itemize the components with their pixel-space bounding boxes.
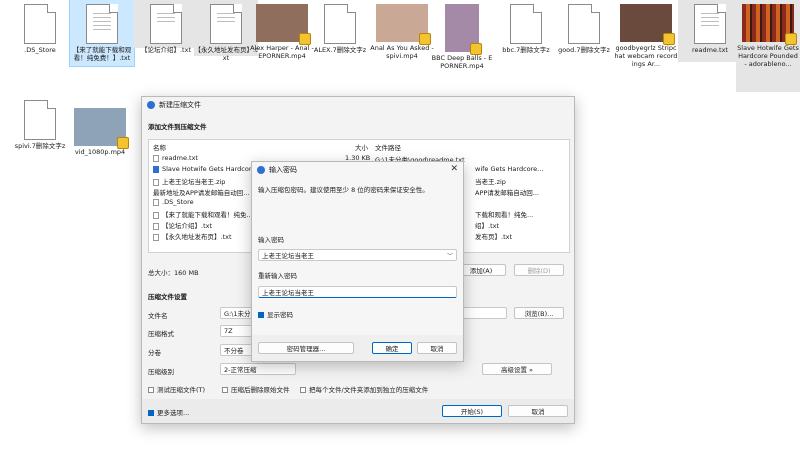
file-icon [153, 233, 159, 241]
list-item-path: 当老王.zip [475, 178, 506, 186]
media-badge-icon [470, 43, 482, 55]
list-item[interactable]: readme.txt [153, 154, 198, 162]
list-item-path: APP请发邮箱自动回... [475, 189, 539, 197]
separate-archives-checkbox[interactable]: 把每个文件/文件夹添加到独立的压缩文件 [300, 384, 428, 394]
checkbox-checked-icon [148, 410, 154, 416]
checkbox-icon [300, 387, 306, 393]
file-tile-video-anal-as-you-asked[interactable]: Anal As You Asked - spivi.mp4 [370, 0, 434, 60]
browse-button[interactable]: 浏览(B)... [514, 307, 564, 319]
list-item-path: 下载和观看！纯免... [475, 211, 534, 219]
reenter-password-label: 重新输入密码 [258, 272, 297, 280]
enter-password-label: 输入密码 [258, 236, 284, 244]
file-tile-video-vid-1080p[interactable]: vid_1080p.mp4 [68, 104, 132, 156]
delete-after-checkbox[interactable]: 压缩后删除原始文件 [222, 384, 290, 394]
file-tile-ds-store[interactable]: .DS_Store [8, 0, 72, 54]
document-icon [324, 4, 356, 44]
list-item[interactable]: 最新地址及APP请发邮箱自动回... [153, 187, 249, 197]
file-icon [153, 154, 159, 162]
enter-password-field[interactable]: 上老王论坛当老王 ﹀ [258, 249, 457, 261]
list-item[interactable]: .DS_Store [153, 198, 194, 206]
video-file-icon [153, 165, 159, 173]
file-tile-video-bbc-deep-balls[interactable]: BBC Deep Balls - EPORNER.mp4 [430, 0, 494, 70]
password-hint: 输入压缩包密码。建议使用至少 8 位的密码来保证安全性。 [258, 186, 429, 194]
file-tile-bbc-7z[interactable]: bbc.7删除文字z [494, 0, 558, 54]
file-tile-video-goodbyegrlz[interactable]: goodbyegrlz Stripchat webcam recordings … [614, 0, 678, 68]
video-thumbnail-icon [742, 4, 797, 45]
list-item-path: wife Gets Hardcore... [475, 165, 544, 173]
video-thumbnail-icon [445, 4, 482, 55]
test-archive-checkbox[interactable]: 测试压缩文件(T) [148, 384, 205, 394]
format-label: 压缩格式 [148, 330, 174, 338]
column-header-size[interactable]: 大小 [355, 142, 368, 152]
file-tile-alex-7z[interactable]: ALEX.7删除文字z [308, 0, 372, 54]
file-tile-readme[interactable]: readme.txt [678, 0, 742, 62]
delete-button[interactable]: 删除(D) [514, 264, 564, 276]
file-tile-spivi-7z[interactable]: spivi.7删除文字z [8, 96, 72, 150]
filename-label: 文件名 [148, 312, 168, 320]
add-files-heading: 添加文件到压缩文件 [148, 123, 207, 131]
password-dialog-titlebar: 输入密码 [252, 162, 463, 178]
reenter-password-field[interactable]: 上老王论坛当老王 [258, 286, 457, 298]
document-icon [694, 4, 726, 44]
document-icon [24, 100, 56, 140]
level-select[interactable]: 2-正常压缩 [220, 363, 296, 375]
archive-dialog-titlebar: 新建压缩文件 [142, 97, 574, 113]
split-label: 分卷 [148, 349, 161, 357]
file-icon [153, 198, 159, 206]
file-icon [153, 178, 159, 186]
document-icon [150, 4, 182, 44]
password-cancel-button[interactable]: 取消 [417, 342, 457, 354]
video-thumbnail-icon [74, 108, 129, 149]
column-header-path[interactable]: 文件路径 [375, 142, 401, 152]
app-logo-icon [257, 166, 265, 174]
column-header-name[interactable]: 名称 [153, 142, 166, 152]
checkbox-checked-icon [258, 312, 264, 318]
file-tile-free-txt[interactable]: 【来了就能下载和观看！纯免费！】.txt [69, 0, 135, 67]
video-thumbnail-icon [376, 4, 431, 45]
level-label: 压缩级别 [148, 368, 174, 376]
checkbox-icon [148, 387, 154, 393]
password-manager-button[interactable]: 密码管理器... [258, 342, 354, 354]
show-password-checkbox[interactable]: 显示密码 [258, 309, 293, 319]
document-icon [510, 4, 542, 44]
media-badge-icon [785, 33, 797, 45]
media-badge-icon [117, 137, 129, 149]
list-item[interactable]: 【来了就能下载和观看！纯免... [153, 209, 253, 219]
ok-button[interactable]: 确定 [372, 342, 412, 354]
advanced-settings-button[interactable]: 高级设置 » [482, 363, 552, 375]
close-icon[interactable]: ✕ [450, 164, 458, 174]
document-icon [24, 4, 56, 44]
file-tile-video-slave-hotwife[interactable]: Slave Hotwife Gets Hardcore Pounded - ad… [736, 0, 800, 92]
cancel-button[interactable]: 取消 [508, 405, 568, 417]
archive-settings-heading: 压缩文件设置 [148, 293, 187, 301]
media-badge-icon [663, 33, 675, 45]
password-dialog: 输入密码 ✕ 输入压缩包密码。建议使用至少 8 位的密码来保证安全性。 输入密码… [251, 161, 464, 362]
app-logo-icon [147, 101, 155, 109]
list-item-path: 发布页】.txt [475, 233, 513, 241]
list-item[interactable]: 【永久地址发布页】.txt [153, 231, 232, 241]
list-item-path: 绍】.txt [475, 222, 500, 230]
file-icon [153, 211, 159, 219]
checkbox-icon [222, 387, 228, 393]
file-tile-video-alex-harper[interactable]: Alex Harper - Anal - EPORNER.mp4 [250, 0, 314, 60]
file-tile-forum-intro[interactable]: 【论坛介绍】.txt [134, 0, 198, 54]
document-icon [86, 4, 118, 44]
document-icon [568, 4, 600, 44]
video-thumbnail-icon [256, 4, 311, 45]
chevron-down-icon[interactable]: ﹀ [447, 251, 453, 260]
file-tile-permanent-address[interactable]: 【永久地址发布页】.txt [194, 0, 258, 62]
list-item[interactable]: 上老王论坛当老王.zip [153, 176, 225, 186]
video-thumbnail-icon [620, 4, 675, 45]
file-icon [153, 222, 159, 230]
document-icon [210, 4, 242, 44]
start-button[interactable]: 开始(S) [442, 405, 502, 417]
total-size: 总大小：160 MB [148, 269, 199, 277]
file-tile-good-7z[interactable]: good.7删除文字z [552, 0, 616, 54]
list-item[interactable]: 【论坛介绍】.txt [153, 220, 212, 230]
more-options-checkbox[interactable]: 更多选项... [148, 407, 189, 417]
list-item[interactable]: Slave Hotwife Gets Hardcore... [153, 165, 262, 173]
